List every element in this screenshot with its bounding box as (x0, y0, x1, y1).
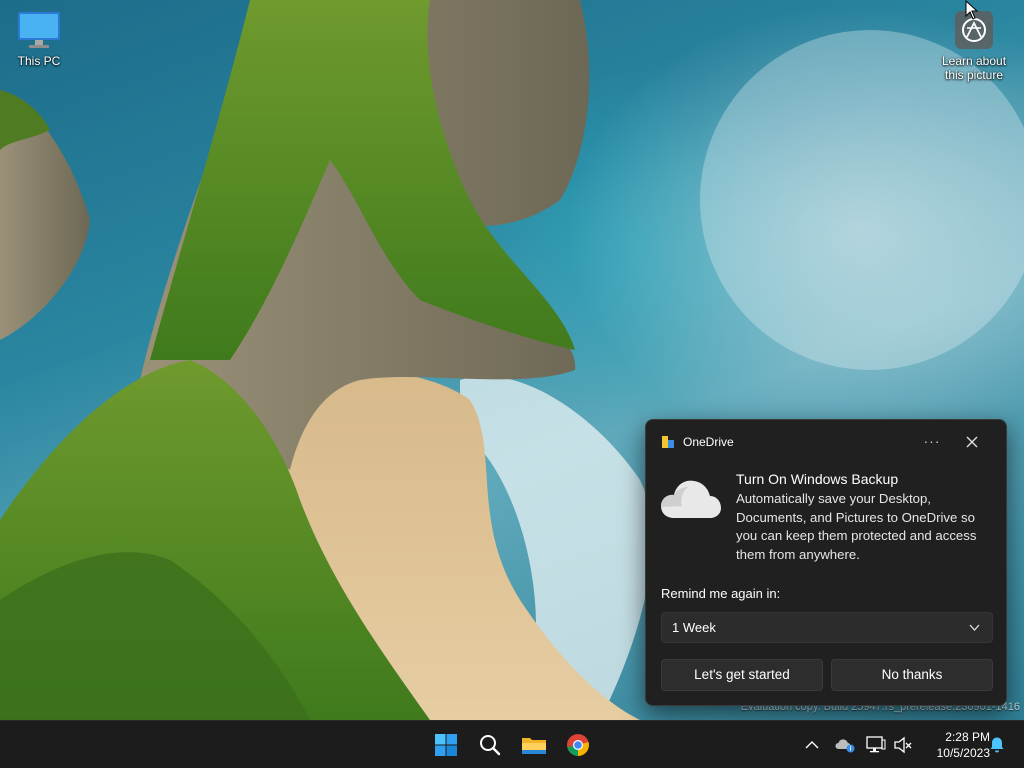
taskbar: 2:28 PM 10/5/2023 (0, 720, 1024, 768)
mouse-cursor-icon (965, 0, 979, 20)
toast-app-name: OneDrive (683, 435, 734, 449)
search-icon (480, 735, 501, 756)
folder-icon (522, 738, 546, 754)
close-icon (966, 436, 978, 448)
chrome-icon (567, 734, 589, 756)
volume-button[interactable] (892, 734, 914, 756)
remind-label: Remind me again in: (661, 586, 781, 601)
windows-logo-icon (435, 734, 457, 756)
search-button[interactable] (472, 727, 508, 763)
clock[interactable]: 2:28 PM 10/5/2023 (920, 729, 990, 761)
network-button[interactable] (865, 734, 887, 756)
onedrive-app-icon (662, 436, 674, 448)
file-explorer-button[interactable] (516, 727, 552, 763)
chevron-up-icon (805, 741, 819, 749)
remind-interval-select[interactable]: 1 Week (661, 612, 993, 643)
onedrive-cloud-icon (835, 739, 855, 753)
chevron-down-icon (969, 624, 980, 631)
toast-message: Automatically save your Desktop, Documen… (736, 491, 977, 562)
volume-muted-icon (894, 736, 912, 754)
desktop-icon-label: This PC (17, 54, 61, 68)
onedrive-tray-button[interactable] (834, 734, 856, 756)
notifications-button[interactable] (986, 734, 1008, 756)
cloud-icon (661, 480, 721, 518)
desktop-icon-label: Learn about this picture (941, 54, 1007, 82)
clock-time: 2:28 PM (945, 730, 990, 744)
desktop-icon-this-pc[interactable]: This PC (1, 10, 77, 68)
network-icon (866, 736, 886, 753)
toast-body: Turn On Windows Backup Automatically sav… (660, 470, 994, 564)
bell-icon (990, 737, 1004, 753)
remind-selected-value: 1 Week (672, 620, 716, 635)
no-thanks-button[interactable]: No thanks (831, 659, 993, 691)
more-options-button[interactable]: ··· (920, 430, 944, 454)
monitor-icon (18, 12, 60, 48)
lets-get-started-button[interactable]: Let's get started (661, 659, 823, 691)
chrome-button[interactable] (560, 727, 596, 763)
toast-header: OneDrive ··· (661, 433, 994, 451)
show-hidden-icons-button[interactable] (801, 734, 823, 756)
close-button[interactable] (960, 430, 984, 454)
toast-title: Turn On Windows Backup (736, 471, 899, 487)
clock-date: 10/5/2023 (936, 746, 990, 760)
onedrive-backup-notification: OneDrive ··· Turn On Windows Backup Auto… (645, 419, 1007, 706)
desktop-icon-learn-about-picture[interactable]: Learn about this picture (936, 10, 1012, 82)
start-button[interactable] (428, 727, 464, 763)
